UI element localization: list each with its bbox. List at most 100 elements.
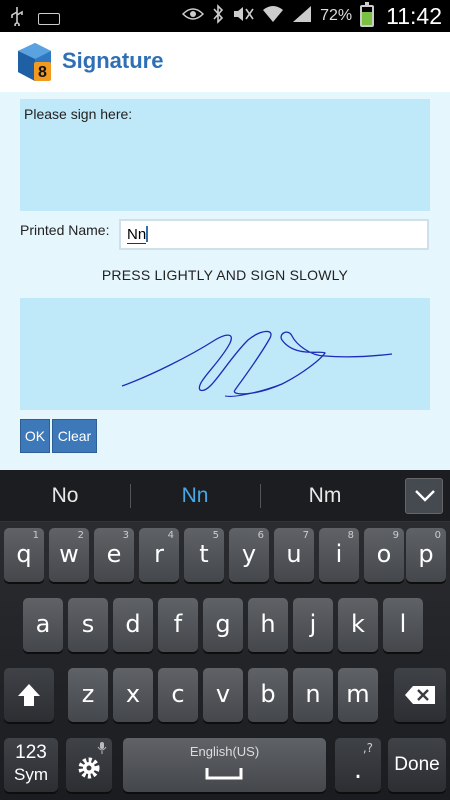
suggestion-item[interactable]: Nn	[130, 484, 260, 508]
gear-icon	[78, 757, 100, 779]
key-r[interactable]: 4r	[139, 528, 179, 582]
period-key-label: .	[353, 755, 363, 785]
settings-key[interactable]	[66, 738, 112, 792]
key-label: e	[106, 540, 122, 568]
key-w[interactable]: 2w	[49, 528, 89, 582]
key-d[interactable]: d	[113, 598, 153, 652]
symbols-key[interactable]: 123 Sym	[4, 738, 58, 792]
key-s[interactable]: s	[68, 598, 108, 652]
key-label: z	[81, 680, 95, 708]
signature-form: Please sign here: Printed Name: Nn PRESS…	[0, 92, 450, 470]
key-label: r	[154, 540, 164, 568]
chevron-down-icon	[415, 490, 435, 502]
key-label: q	[16, 540, 32, 568]
period-key-sub: ,?	[362, 741, 373, 755]
key-label: f	[173, 610, 183, 638]
soft-keyboard: No Nn Nm 1q 2w 3e 4r 5t 6y 7u 8i 9o 0p a…	[0, 470, 450, 800]
space-key-label: English(US)	[189, 744, 260, 759]
key-y[interactable]: 6y	[229, 528, 269, 582]
backspace-icon	[405, 686, 435, 704]
key-label: k	[351, 610, 365, 638]
key-q[interactable]: 1q	[4, 528, 44, 582]
status-bar: 72% 11:42	[0, 0, 450, 32]
usb-icon	[10, 6, 24, 31]
space-key[interactable]: English(US)	[123, 738, 326, 792]
key-label: o	[376, 540, 392, 568]
key-b[interactable]: b	[248, 668, 288, 722]
ok-button[interactable]: OK	[20, 419, 50, 453]
key-j[interactable]: j	[293, 598, 333, 652]
key-label: c	[171, 680, 185, 708]
period-key[interactable]: ,? .	[335, 738, 381, 792]
key-label: u	[286, 540, 302, 568]
key-e[interactable]: 3e	[94, 528, 134, 582]
app-bar: 8 Signature	[0, 32, 450, 92]
key-label: n	[305, 680, 321, 708]
key-label: s	[81, 610, 95, 638]
key-label: a	[35, 610, 51, 638]
app-title: Signature	[62, 48, 164, 73]
suggestion-item[interactable]: Nm	[260, 484, 390, 508]
key-label: y	[241, 540, 257, 568]
key-a[interactable]: a	[23, 598, 63, 652]
key-label: w	[59, 540, 79, 568]
key-n[interactable]: n	[293, 668, 333, 722]
suggestion-item[interactable]: No	[0, 484, 130, 508]
symbols-key-line2: Sym	[14, 765, 48, 784]
key-label: t	[199, 540, 209, 568]
key-label: x	[125, 680, 141, 708]
key-label: v	[215, 680, 231, 708]
clear-button[interactable]: Clear	[52, 419, 97, 453]
app-logo-icon: 8	[15, 42, 55, 82]
key-label: j	[309, 610, 317, 638]
collapse-keyboard-button[interactable]	[405, 478, 443, 514]
key-l[interactable]: l	[383, 598, 423, 652]
svg-text:8: 8	[38, 64, 47, 81]
press-instruction: PRESS LIGHTLY AND SIGN SLOWLY	[101, 267, 349, 283]
suggestion-bar: No Nn Nm	[0, 470, 450, 522]
key-label: i	[335, 540, 343, 568]
instruction-box: Please sign here:	[20, 99, 430, 211]
key-label: m	[346, 680, 370, 708]
backspace-key[interactable]	[394, 668, 446, 722]
printed-name-input[interactable]: Nn	[119, 219, 429, 250]
key-x[interactable]: x	[113, 668, 153, 722]
key-label: l	[399, 610, 407, 638]
bluetooth-icon	[212, 3, 224, 29]
printed-name-value: Nn	[127, 226, 147, 244]
signature-stroke	[121, 330, 393, 397]
key-t[interactable]: 5t	[184, 528, 224, 582]
key-u[interactable]: 7u	[274, 528, 314, 582]
key-f[interactable]: f	[158, 598, 198, 652]
mic-icon	[97, 742, 107, 754]
key-label: b	[260, 680, 276, 708]
key-g[interactable]: g	[203, 598, 243, 652]
key-k[interactable]: k	[338, 598, 378, 652]
key-c[interactable]: c	[158, 668, 198, 722]
eye-icon	[182, 6, 205, 26]
key-label: p	[418, 540, 434, 568]
text-cursor	[146, 226, 149, 242]
key-i[interactable]: 8i	[319, 528, 359, 582]
shift-key[interactable]	[4, 668, 54, 722]
printed-name-label: Printed Name:	[20, 222, 110, 238]
key-label: h	[260, 610, 276, 638]
mute-icon	[232, 5, 254, 28]
done-key[interactable]: Done	[388, 738, 446, 792]
key-m[interactable]: m	[338, 668, 378, 722]
signal-icon	[292, 5, 312, 28]
key-label: g	[215, 610, 231, 638]
battery-percent: 72%	[320, 7, 353, 24]
key-p[interactable]: 0p	[406, 528, 446, 582]
battery-icon	[360, 2, 375, 27]
key-label: d	[125, 610, 141, 638]
signature-pad[interactable]	[20, 298, 430, 410]
key-v[interactable]: v	[203, 668, 243, 722]
clock: 11:42	[386, 2, 442, 29]
instruction-text: Please sign here:	[24, 106, 133, 122]
key-o[interactable]: 9o	[364, 528, 404, 582]
symbols-key-line1: 123	[15, 742, 47, 763]
done-key-label: Done	[394, 754, 440, 775]
key-z[interactable]: z	[68, 668, 108, 722]
key-h[interactable]: h	[248, 598, 288, 652]
